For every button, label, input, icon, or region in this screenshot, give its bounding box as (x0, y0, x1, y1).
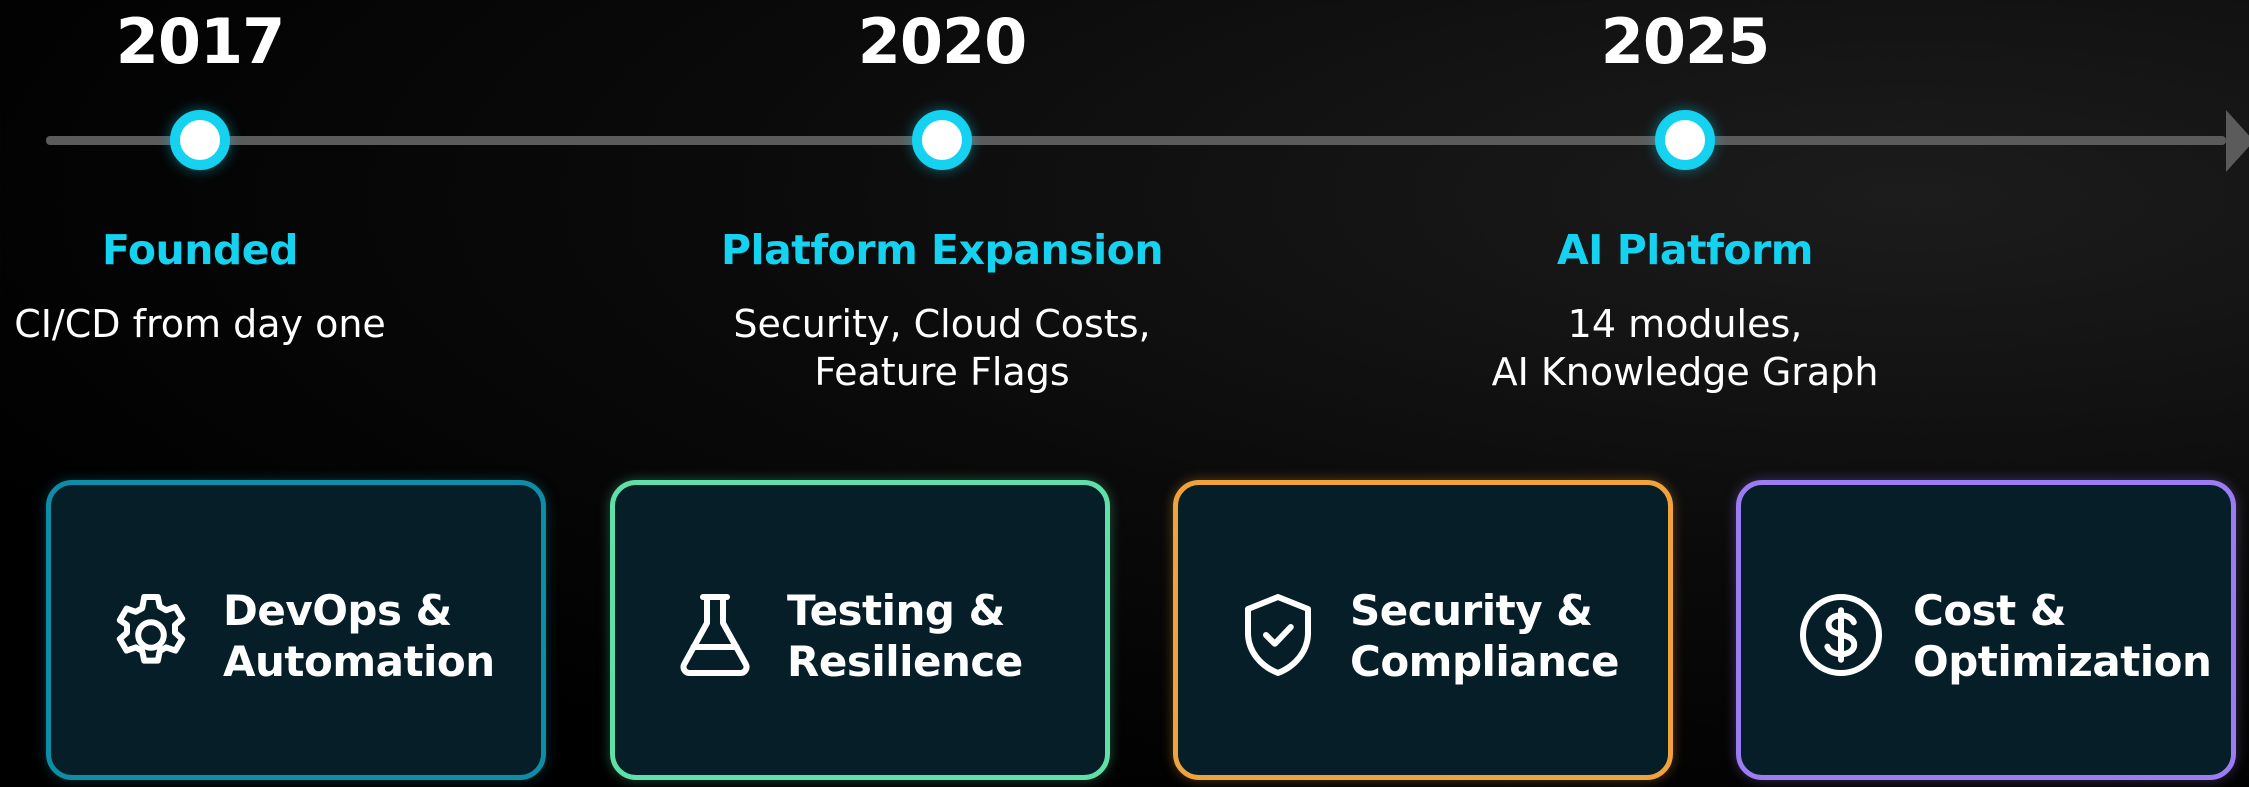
card-label: DevOps & Automation (223, 586, 495, 686)
milestone-title: AI Platform (1556, 226, 1814, 274)
timeline-arrow-head (2226, 110, 2249, 172)
milestone-description: Security, Cloud Costs, Feature Flags (733, 302, 1151, 394)
shield-check-icon (1230, 587, 1326, 683)
milestone-description: CI/CD from day one (14, 302, 386, 346)
timeline-line (46, 136, 2226, 145)
milestone-dot (912, 110, 972, 170)
milestone-year: 2017 (115, 5, 286, 78)
timeline-diagram: 2017 Founded CI/CD from day one 2020 Pla… (0, 0, 2249, 787)
milestone-dot (1655, 110, 1715, 170)
gear-icon (103, 587, 199, 683)
card-devops-automation: DevOps & Automation (46, 480, 546, 780)
milestone-title: Platform Expansion (720, 226, 1164, 274)
card-cost-optimization: Cost & Optimization (1736, 480, 2236, 780)
dollar-circle-icon (1793, 587, 1889, 683)
card-label: Cost & Optimization (1913, 586, 2212, 686)
card-testing-resilience: Testing & Resilience (610, 480, 1110, 780)
card-label: Security & Compliance (1350, 586, 1619, 686)
milestone-title: Founded (102, 226, 298, 274)
milestone-year: 2025 (1600, 5, 1771, 78)
flask-icon (667, 587, 763, 683)
milestone-description: 14 modules, AI Knowledge Graph (1491, 302, 1879, 394)
card-label: Testing & Resilience (787, 586, 1023, 686)
milestone-dot (170, 110, 230, 170)
card-security-compliance: Security & Compliance (1173, 480, 1673, 780)
milestone-year: 2020 (857, 5, 1028, 78)
